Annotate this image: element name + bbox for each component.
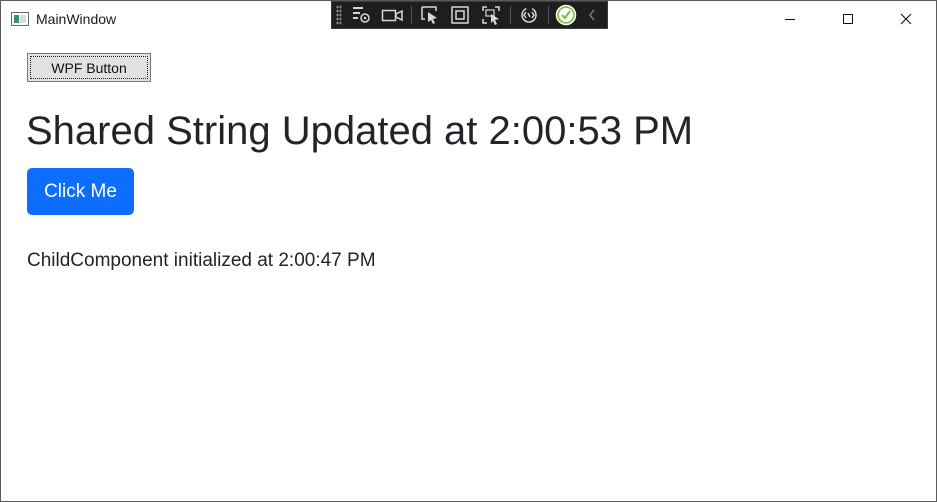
minimize-button[interactable]	[761, 1, 819, 37]
binding-check-icon	[556, 4, 577, 26]
binding-status-button[interactable]	[555, 4, 578, 26]
click-me-label: Click Me	[44, 180, 117, 202]
select-element-icon	[420, 6, 437, 24]
track-focus-button[interactable]	[480, 4, 503, 26]
toolbar-separator	[510, 6, 512, 24]
maximize-icon	[843, 14, 853, 24]
minimize-icon	[785, 19, 795, 20]
wpf-button-label: WPF Button	[51, 59, 127, 76]
toolbar-separator	[548, 6, 550, 24]
display-layout-adorners-icon	[451, 6, 470, 24]
select-element-button[interactable]	[418, 4, 441, 26]
child-component-status: ChildComponent initialized at 2:00:47 PM	[27, 250, 376, 271]
toolbar-grip-handle[interactable]	[336, 5, 342, 25]
collapse-chevron-icon	[589, 9, 595, 21]
live-visual-tree-icon	[353, 7, 370, 23]
wpf-button[interactable]: WPF Button	[27, 53, 151, 82]
window-title: MainWindow	[36, 11, 117, 27]
hot-reload-icon	[520, 7, 537, 23]
collapse-toolbar-button[interactable]	[586, 4, 599, 26]
app-window-icon	[11, 12, 29, 26]
layout-adorners-button[interactable]	[449, 4, 472, 26]
toolbar-separator	[411, 6, 413, 24]
track-focus-icon	[482, 6, 500, 25]
hot-reload-button[interactable]	[517, 4, 540, 26]
maximize-button[interactable]	[819, 1, 877, 37]
close-icon	[900, 13, 912, 25]
live-visual-tree-button[interactable]	[350, 4, 373, 26]
close-button[interactable]	[877, 1, 935, 37]
shared-string-heading: Shared String Updated at 2:00:53 PM	[26, 109, 694, 153]
click-me-button[interactable]: Click Me	[27, 168, 134, 215]
record-button[interactable]	[380, 4, 403, 26]
video-camera-icon	[381, 9, 403, 22]
main-window: MainWindow WPF Button Shared String Upda…	[0, 0, 937, 502]
xaml-debug-toolbar	[331, 1, 608, 29]
